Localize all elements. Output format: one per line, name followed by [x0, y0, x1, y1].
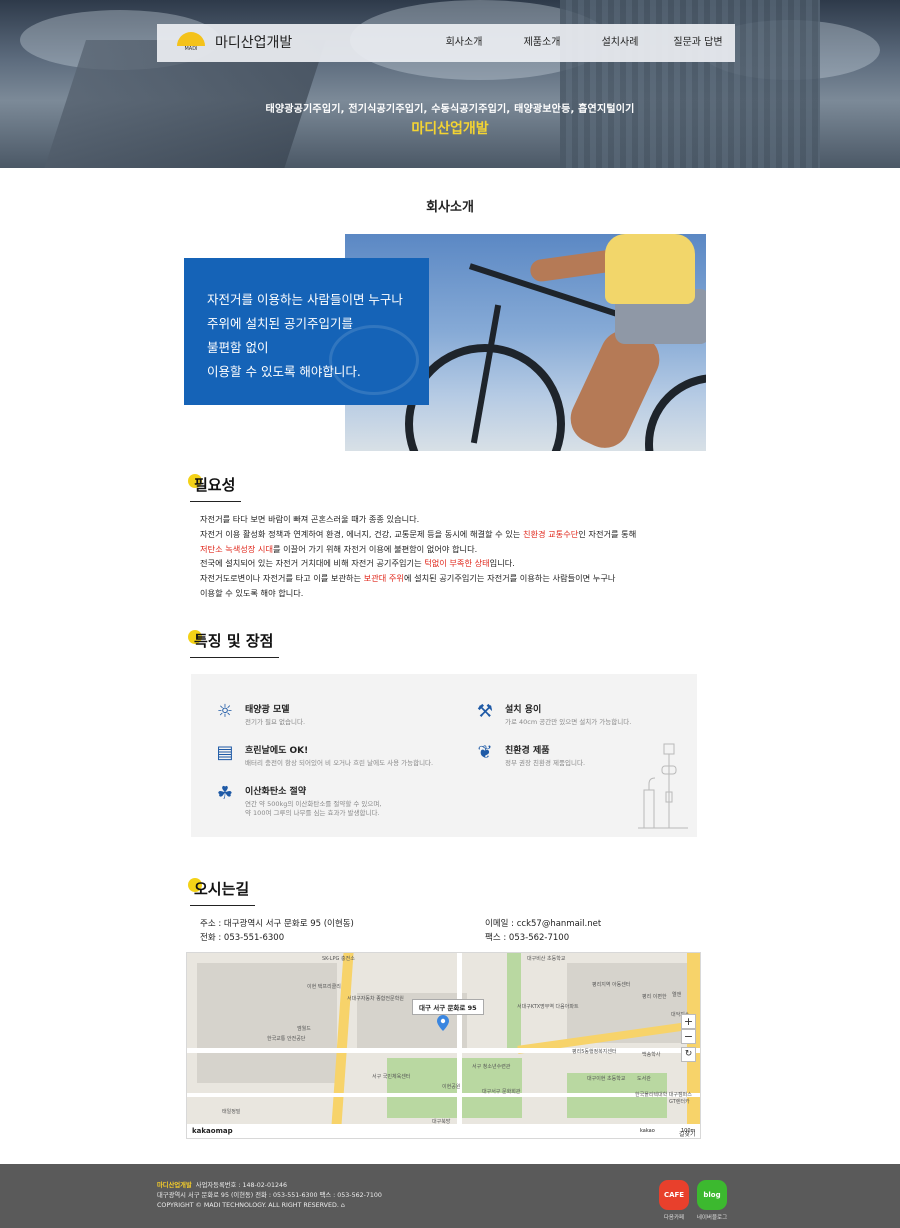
- map-footer: kakaomap kakao 100m: [187, 1124, 700, 1138]
- blog-label: 네이버블로그: [696, 1215, 728, 1221]
- logo[interactable]: MADI 마디산업개발: [173, 30, 292, 54]
- feature-item: ❦ 친환경 제품 정부 권장 친환경 제품입니다.: [473, 741, 585, 768]
- tools-icon: ⚒: [476, 701, 494, 722]
- hero-title: 마디산업개발: [411, 121, 489, 137]
- top-navbar: MADI 마디산업개발 회사소개 제품소개 설치사례 질문과 답변: [157, 24, 735, 62]
- intro-line: 자전거를 이용하는 사람들이면 누구나: [207, 292, 403, 307]
- logo-text: 마디산업개발: [215, 35, 293, 51]
- air-pump-illustration: [638, 743, 688, 829]
- hand-leaf-icon: ☘: [216, 783, 234, 804]
- lock-icon: ⌂: [340, 1202, 345, 1209]
- zoom-in-button[interactable]: +: [681, 1014, 696, 1029]
- map-address-tag: 대구 서구 문화로 95: [412, 999, 484, 1015]
- directions-heading: 오시는길: [188, 878, 256, 906]
- battery-icon: ▤: [216, 742, 234, 763]
- contact-info: 이메일 : cck57@hanmail.net 팩스 : 053-562-710…: [485, 919, 602, 943]
- page-title: 회사소개: [426, 200, 474, 215]
- refresh-icon[interactable]: ↻: [681, 1047, 696, 1062]
- zoom-out-button[interactable]: −: [681, 1029, 696, 1044]
- address-info: 주소 : 대구광역시 서구 문화로 95 (이현동) 전화 : 053-551-…: [200, 919, 354, 943]
- leaf-icon: ❦: [477, 742, 493, 763]
- daum-cafe-icon[interactable]: CAFE: [659, 1180, 689, 1210]
- sun-icon: ☼: [216, 701, 234, 722]
- feature-item: ⚒ 설치 용이 가로 40cm 공간만 있으면 설치가 가능합니다.: [473, 700, 631, 727]
- feature-item: ▤ 흐린날에도 OK! 배터리 충전이 항상 되어있어 비 오거나 흐린 날에도 …: [213, 741, 433, 768]
- features-heading: 특징 및 장점: [188, 630, 280, 658]
- intro-message-box: 자전거를 이용하는 사람들이면 누구나 주위에 설치된 공기주입기를 불편함 없…: [184, 258, 429, 405]
- feature-item: ☼ 태양광 모델 전기가 필요 없습니다.: [213, 700, 305, 727]
- footer: [0, 1164, 900, 1228]
- sun-logo-icon: MADI: [173, 30, 209, 54]
- route-link[interactable]: 길찾기: [679, 1129, 696, 1138]
- nav-qna[interactable]: 질문과 답변: [659, 24, 737, 62]
- map-pin-icon[interactable]: [437, 1015, 449, 1031]
- main-nav: 회사소개 제품소개 설치사례 질문과 답변: [425, 24, 737, 62]
- footer-info: 마디산업개발 사업자등록번호 : 148-02-01246 대구광역시 서구 문…: [157, 1182, 382, 1209]
- features-panel: ☼ 태양광 모델 전기가 필요 없습니다. ⚒ 설치 용이 가로 40cm 공간만 …: [191, 674, 697, 837]
- need-text: 자전거를 타다 보면 바람이 빠져 곤혼스러울 때가 종종 있습니다. 자전거 …: [200, 514, 637, 598]
- location-map[interactable]: SK-LPG 충전소 이현 택프리클리 서대구자동차 종합전문학원 엠월드 한국…: [186, 952, 701, 1139]
- nav-company[interactable]: 회사소개: [425, 24, 503, 62]
- bicycle-icon: [329, 325, 419, 395]
- nav-cases[interactable]: 설치사례: [581, 24, 659, 62]
- feature-item: ☘ 이산화탄소 절약 연간 약 500kg의 이산화탄소를 절약할 수 있으며, 약…: [213, 782, 382, 818]
- hero-subtitle: 태양광공기주입기, 전기식공기주입기, 수동식공기주입기, 태양광보안등, 흡연…: [265, 104, 635, 115]
- kakaomap-logo: kakaomap: [192, 1127, 233, 1135]
- nav-products[interactable]: 제품소개: [503, 24, 581, 62]
- need-heading: 필요성: [188, 474, 242, 502]
- naver-blog-icon[interactable]: blog: [697, 1180, 727, 1210]
